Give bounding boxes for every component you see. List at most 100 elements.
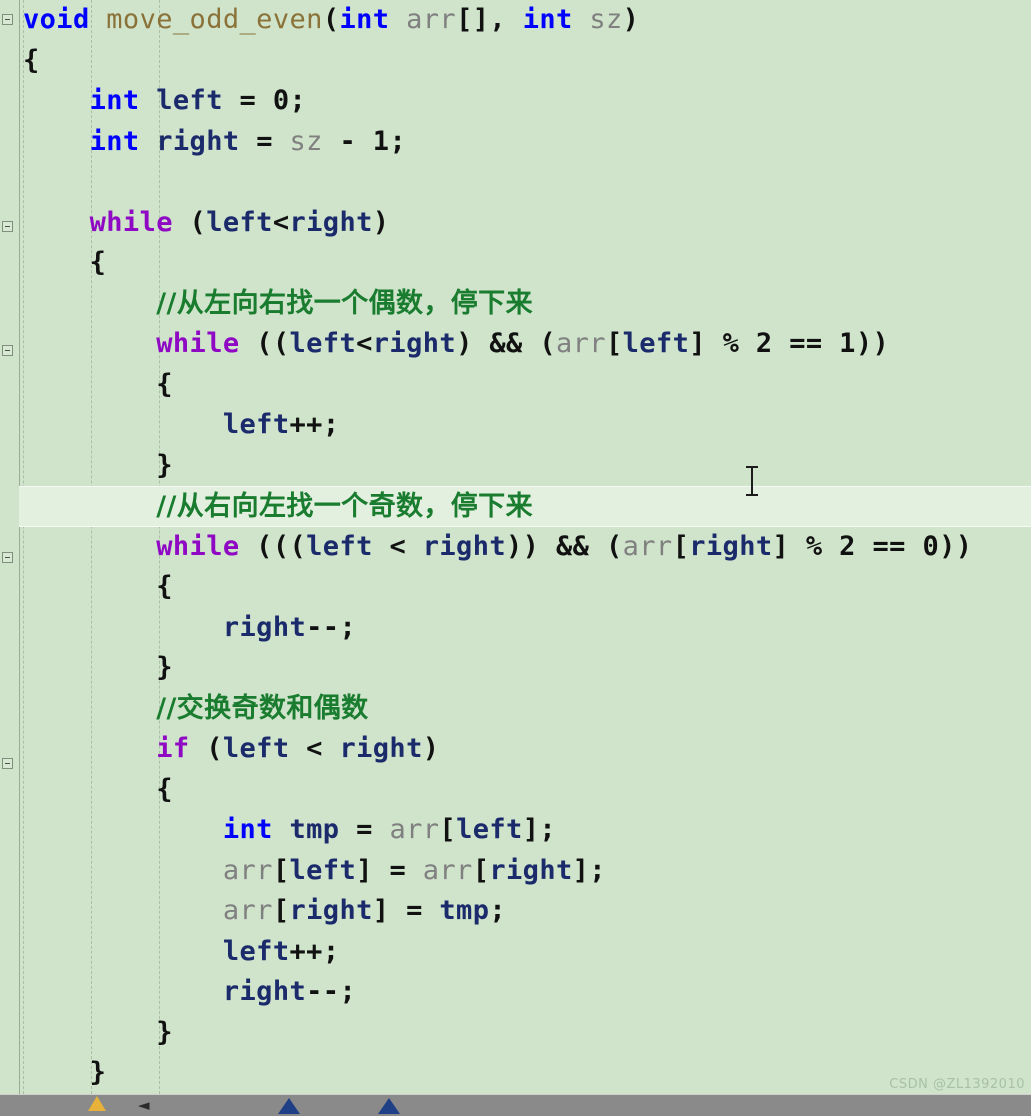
code-line[interactable]: } [19, 1013, 1031, 1054]
code-token-kw: void [23, 4, 90, 35]
code-token-kwctl: while [89, 206, 173, 238]
code-line[interactable]: arr[right] = tmp; [19, 891, 1031, 932]
code-line[interactable]: while ((left<right) && (arr[left] % 2 ==… [19, 324, 1031, 365]
code-token-punct: )) [939, 530, 973, 562]
code-token-param: arr [422, 854, 473, 886]
code-token-num: 2 [839, 530, 856, 562]
code-token-punct [273, 126, 290, 157]
code-line[interactable]: } [19, 1053, 1031, 1094]
code-token-ident: left [289, 854, 357, 886]
code-token-punct [906, 531, 923, 562]
code-token-param: arr [389, 814, 440, 845]
code-token-op: < [272, 206, 290, 238]
code-token-punct: ]; [572, 854, 606, 886]
code-token-punct [823, 531, 840, 562]
fold-marker-while-inner-even[interactable] [2, 345, 13, 356]
code-token-punct [23, 693, 156, 724]
code-line[interactable]: int right = sz - 1; [19, 122, 1031, 163]
code-token-param: arr [622, 530, 673, 562]
code-token-punct [323, 126, 340, 157]
code-token-num: 2 [755, 328, 773, 359]
code-token-kwctl: while [156, 530, 240, 562]
code-token-punct [739, 328, 756, 359]
code-token-ident: left [206, 206, 273, 238]
code-token-punct: ; [339, 611, 357, 643]
ibeam-stem [751, 467, 753, 495]
code-line[interactable]: if (left < right) [19, 729, 1031, 770]
code-line[interactable]: left++; [19, 405, 1031, 446]
code-token-punct: [ [605, 328, 623, 359]
fold-marker-if-swap[interactable] [2, 758, 13, 769]
code-token-punct: { [23, 247, 107, 278]
code-token-punct [23, 207, 90, 238]
navigate-arrow-icon[interactable] [378, 1098, 400, 1114]
code-line-current[interactable]: //从右向左找一个奇数，停下来 [19, 486, 1031, 527]
code-token-punct: } [23, 1057, 107, 1088]
code-token-punct: ; [389, 125, 407, 157]
code-token-punct [23, 531, 156, 562]
code-token-punct [823, 328, 840, 359]
code-line[interactable]: void move_odd_even(int arr[], int sz) [19, 0, 1031, 41]
code-token-punct [23, 895, 223, 926]
code-token-punct [256, 85, 273, 116]
code-token-ident: right [222, 976, 307, 1007]
code-token-op: = [356, 814, 373, 845]
code-line[interactable]: right--; [19, 608, 1031, 649]
code-token-ident: left [222, 733, 290, 764]
code-line[interactable]: //交换奇数和偶数 [19, 689, 1031, 730]
navigate-arrow-icon[interactable] [278, 1098, 300, 1114]
code-token-param: sz [589, 4, 623, 35]
fold-marker-while-inner-odd[interactable] [2, 552, 13, 563]
code-line[interactable]: { [19, 365, 1031, 406]
code-token-punct [23, 976, 223, 1007]
fold-gutter[interactable] [0, 0, 20, 1094]
code-line[interactable]: int left = 0; [19, 81, 1031, 122]
code-line[interactable]: { [19, 41, 1031, 82]
code-token-ident: left [222, 935, 290, 967]
code-token-kw: int [339, 4, 390, 35]
code-token-fn: move_odd_even [106, 4, 323, 35]
code-line[interactable]: { [19, 243, 1031, 284]
code-token-punct: { [23, 368, 173, 400]
code-line[interactable]: } [19, 648, 1031, 689]
code-token-punct: (( [239, 328, 290, 359]
code-token-ident: left [222, 409, 290, 440]
code-line[interactable]: { [19, 567, 1031, 608]
code-line[interactable]: int tmp = arr[left]; [19, 810, 1031, 851]
code-line[interactable]: while (left<right) [19, 203, 1031, 244]
code-area[interactable]: void move_odd_even(int arr[], int sz){ i… [19, 0, 1031, 1094]
code-token-param: sz [289, 125, 323, 157]
code-line[interactable] [19, 162, 1031, 203]
code-token-punct [23, 855, 223, 886]
code-token-kwctl: while [156, 328, 240, 359]
code-line[interactable]: while (((left < right)) && (arr[right] %… [19, 527, 1031, 568]
warning-triangle-icon[interactable] [88, 1096, 106, 1111]
code-token-op: = [256, 125, 273, 157]
code-token-op: = [406, 895, 423, 926]
code-token-op: % [805, 530, 823, 562]
code-token-kw: int [89, 125, 140, 157]
code-editor-surface[interactable]: void move_odd_even(int arr[], int sz){ i… [0, 0, 1031, 1094]
status-bar[interactable]: ◄ [0, 1094, 1031, 1116]
code-token-ident: right [289, 895, 373, 926]
code-token-ident: right [422, 530, 507, 562]
code-line[interactable]: //从左向右找一个偶数，停下来 [19, 284, 1031, 325]
code-line[interactable]: } [19, 446, 1031, 487]
code-line[interactable]: right--; [19, 972, 1031, 1013]
code-token-punct [23, 936, 223, 967]
code-token-cmt-cn: //从右向左找一个奇数，停下来 [156, 491, 533, 522]
code-token-punct: )) [855, 328, 890, 359]
code-token-param: arr [406, 4, 457, 35]
code-token-punct: [ [272, 895, 290, 926]
fold-marker-while-outer[interactable] [2, 221, 13, 232]
code-line[interactable]: { [19, 770, 1031, 811]
ibeam-cap-bottom [746, 494, 758, 496]
code-token-num: 1 [839, 328, 856, 359]
code-token-op: == [789, 328, 823, 359]
fold-marker-function[interactable] [2, 14, 13, 25]
code-token-num: 1 [372, 125, 390, 157]
code-token-punct: } [23, 652, 173, 683]
code-line[interactable]: arr[left] = arr[right]; [19, 851, 1031, 892]
code-token-punct: } [23, 1016, 173, 1048]
code-line[interactable]: left++; [19, 932, 1031, 973]
